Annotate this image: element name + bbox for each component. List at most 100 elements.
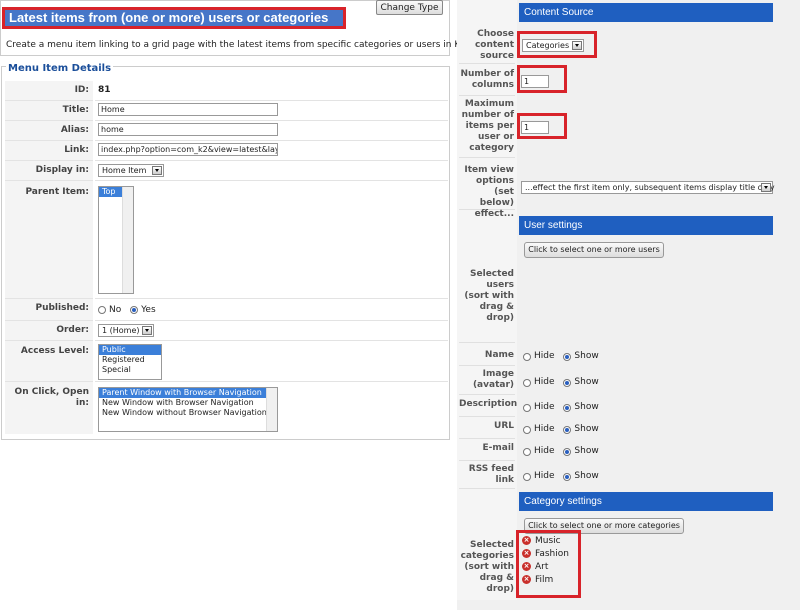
- hide-label: Hide: [534, 446, 555, 456]
- access-level-option[interactable]: Special: [99, 365, 161, 375]
- choose-content-source-label: Choose content source: [459, 28, 515, 64]
- hide-radio[interactable]: [523, 472, 531, 481]
- hide-radio[interactable]: [523, 403, 531, 412]
- published-no-label: No: [109, 305, 122, 315]
- on-click-list[interactable]: Parent Window with Browser Navigation Ne…: [98, 387, 278, 432]
- menu-type-title: Latest items from (one or more) users or…: [2, 7, 346, 29]
- chevron-down-icon[interactable]: [142, 326, 152, 335]
- show-label: Show: [574, 424, 599, 434]
- selected-categories-label: Selected categories (sort with drag & dr…: [460, 540, 514, 594]
- category-name: Music: [535, 536, 561, 546]
- category-item[interactable]: × Music: [522, 535, 578, 548]
- hide-radio[interactable]: [523, 425, 531, 434]
- published-no-radio[interactable]: [98, 306, 106, 314]
- access-level-option[interactable]: Registered: [99, 355, 161, 365]
- alias-input[interactable]: home: [98, 123, 278, 136]
- scrollbar[interactable]: [122, 187, 133, 293]
- link-label: Link:: [5, 141, 93, 161]
- hide-label: Hide: [534, 471, 555, 481]
- order-row: 1 (Home): [95, 321, 448, 341]
- chevron-down-icon[interactable]: [152, 166, 162, 175]
- max-items-input[interactable]: 1: [521, 121, 549, 134]
- category-name: Fashion: [535, 549, 569, 559]
- display-in-label: Display in:: [5, 161, 93, 181]
- show-label: Show: [574, 402, 599, 412]
- on-click-row: Parent Window with Browser Navigation Ne…: [95, 382, 448, 434]
- hide-radio[interactable]: [523, 378, 531, 387]
- chevron-down-icon[interactable]: [572, 41, 582, 50]
- remove-icon[interactable]: ×: [522, 536, 531, 545]
- category-item[interactable]: × Art: [522, 561, 578, 574]
- alias-row: home: [95, 121, 448, 141]
- published-row: No Yes: [95, 299, 448, 321]
- user-image-label: Image (avatar): [459, 367, 515, 395]
- user-description-label: Description: [459, 399, 517, 417]
- category-item[interactable]: × Film: [522, 574, 578, 587]
- chevron-down-icon[interactable]: [761, 183, 771, 192]
- parent-item-list[interactable]: Top: [98, 186, 134, 294]
- category-name: Art: [535, 562, 549, 572]
- show-radio[interactable]: [563, 352, 572, 361]
- menu-type-description: Create a menu item linking to a grid pag…: [6, 40, 469, 50]
- show-radio[interactable]: [563, 472, 572, 481]
- display-in-value: Home Item: [102, 166, 147, 175]
- on-click-option[interactable]: New Window with Browser Navigation: [99, 398, 277, 408]
- user-settings-header: User settings: [519, 216, 773, 235]
- hide-label: Hide: [534, 377, 555, 387]
- user-url-options: Hide Show: [523, 424, 605, 436]
- selected-categories-list[interactable]: × Music × Fashion × Art × Film: [522, 535, 578, 587]
- choose-content-source-value: Categories: [526, 41, 570, 50]
- hide-radio[interactable]: [523, 352, 531, 361]
- access-level-row: Public Registered Special: [95, 341, 448, 382]
- show-radio[interactable]: [563, 447, 572, 456]
- user-email-options: Hide Show: [523, 446, 605, 458]
- access-level-list[interactable]: Public Registered Special: [98, 344, 162, 380]
- show-label: Show: [574, 446, 599, 456]
- category-name: Film: [535, 575, 554, 585]
- select-users-button[interactable]: Click to select one or more users: [524, 242, 664, 258]
- change-type-button[interactable]: Change Type: [376, 0, 443, 15]
- remove-icon[interactable]: ×: [522, 575, 531, 584]
- choose-content-source-select[interactable]: Categories: [522, 39, 584, 52]
- display-in-select[interactable]: Home Item: [98, 164, 164, 177]
- parent-item-row: Top: [95, 181, 448, 299]
- remove-icon[interactable]: ×: [522, 549, 531, 558]
- on-click-option[interactable]: Parent Window with Browser Navigation: [99, 388, 266, 398]
- user-description-options: Hide Show: [523, 402, 605, 414]
- parent-item-label: Parent Item:: [5, 181, 93, 299]
- number-of-columns-input[interactable]: 1: [521, 75, 549, 88]
- title-input[interactable]: Home: [98, 103, 278, 116]
- order-value: 1 (Home): [102, 326, 140, 335]
- published-yes-radio[interactable]: [130, 306, 139, 314]
- category-item[interactable]: × Fashion: [522, 548, 578, 561]
- hide-radio[interactable]: [523, 447, 531, 456]
- alias-label: Alias:: [5, 121, 93, 141]
- title-label: Title:: [5, 101, 93, 121]
- item-view-options-select[interactable]: ...effect the first item only, subsequen…: [521, 181, 775, 194]
- hide-label: Hide: [534, 402, 555, 412]
- category-settings-header: Category settings: [519, 492, 773, 511]
- user-email-label: E-mail: [459, 443, 515, 461]
- title-row: Home: [95, 101, 448, 121]
- selected-users-label: Selected users (sort with drag & drop): [459, 268, 515, 343]
- selected-users-list[interactable]: [519, 261, 773, 341]
- show-radio[interactable]: [563, 403, 572, 412]
- on-click-label: On Click, Open in:: [5, 382, 93, 434]
- show-radio[interactable]: [563, 378, 572, 387]
- remove-icon[interactable]: ×: [522, 562, 531, 571]
- show-label: Show: [574, 351, 599, 361]
- content-source-header: Content Source: [519, 3, 773, 22]
- show-radio[interactable]: [563, 425, 572, 434]
- link-input[interactable]: index.php?option=com_k2&view=latest&layo…: [98, 143, 278, 156]
- user-name-options: Hide Show: [523, 351, 605, 363]
- order-select[interactable]: 1 (Home): [98, 324, 154, 337]
- item-view-options-value: ...effect the first item only, subsequen…: [525, 183, 775, 192]
- access-level-option[interactable]: Public: [99, 345, 161, 355]
- on-click-option[interactable]: New Window without Browser Navigation: [99, 408, 277, 418]
- user-url-label: URL: [459, 421, 515, 439]
- number-of-columns-label: Number of columns: [459, 68, 515, 96]
- user-rss-label: RSS feed link: [459, 463, 515, 489]
- published-label: Published:: [5, 299, 93, 321]
- id-label: ID:: [5, 81, 93, 101]
- scrollbar[interactable]: [266, 388, 277, 431]
